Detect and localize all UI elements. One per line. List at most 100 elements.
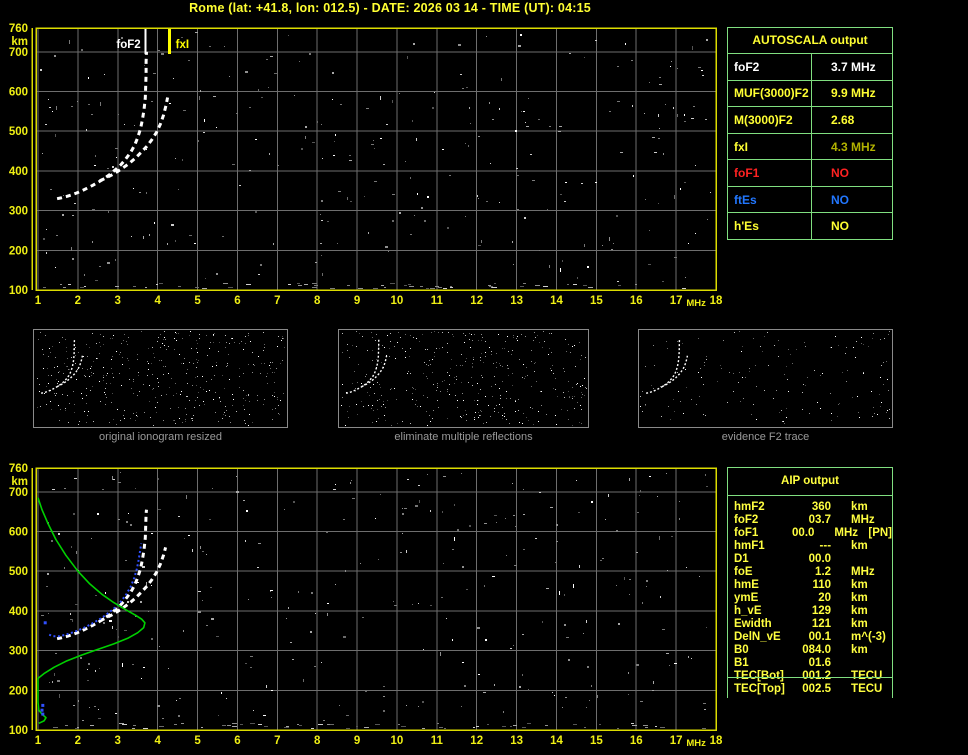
svg-text:300: 300 xyxy=(9,646,28,658)
svg-text:12: 12 xyxy=(470,295,483,307)
svg-text:760: 760 xyxy=(9,23,28,35)
grid xyxy=(36,468,716,730)
parameter-value: NO xyxy=(831,219,849,234)
parameter-value: 9.9 MHz xyxy=(831,86,876,101)
parameter-unit: MHz xyxy=(851,514,875,526)
svg-text:3: 3 xyxy=(115,735,121,747)
svg-text:8: 8 xyxy=(314,735,321,747)
parameter-label: foF1 xyxy=(728,160,812,186)
svg-text:9: 9 xyxy=(354,295,360,307)
parameter-value: 03.7 xyxy=(808,514,832,526)
svg-text:500: 500 xyxy=(9,566,28,578)
svg-text:MHz: MHz xyxy=(686,298,706,309)
parameter-value: NO xyxy=(831,166,849,181)
parameter-unit: TECU xyxy=(851,683,883,695)
svg-text:18: 18 xyxy=(710,735,723,747)
svg-text:7: 7 xyxy=(274,295,280,307)
parameter-label: foF2 xyxy=(734,514,759,526)
parameter-value: 2.68 xyxy=(831,112,855,127)
svg-text:5: 5 xyxy=(194,295,201,307)
svg-text:5: 5 xyxy=(194,735,201,747)
grid xyxy=(36,28,716,290)
thumbnail-eliminate-reflections xyxy=(338,329,589,428)
series-e-region-scaled-points xyxy=(40,621,47,716)
table-row: D1 00.0 xyxy=(728,553,892,566)
table-row: ymE 20 km xyxy=(728,592,892,605)
svg-text:400: 400 xyxy=(9,606,28,618)
svg-text:100: 100 xyxy=(9,285,28,297)
parameter-unit: km xyxy=(851,605,868,617)
aip-output-table: AIP output hmF2 360 km foF2 03.7 MHz foF1 00.0 MH… xyxy=(727,467,893,698)
svg-text:760: 760 xyxy=(9,463,28,475)
svg-text:17: 17 xyxy=(670,295,683,307)
parameter-label: hmF2 xyxy=(734,501,765,513)
y-axis-labels: 760 700 600 500 400 300 200 100 km xyxy=(9,463,28,737)
table-row: TEC[Top] 002.5 TECU xyxy=(728,683,892,696)
parameter-label: B1 xyxy=(734,657,749,669)
svg-text:2: 2 xyxy=(75,735,81,747)
svg-text:16: 16 xyxy=(630,295,643,307)
parameter-label: Ewidth xyxy=(734,618,772,630)
svg-text:MHz: MHz xyxy=(686,738,706,749)
aip-table-title: AIP output xyxy=(728,468,892,496)
parameter-label: TEC[Top] xyxy=(734,683,785,695)
parameter-unit: km xyxy=(851,501,868,513)
parameter-label: foE xyxy=(734,566,753,578)
svg-text:6: 6 xyxy=(234,295,240,307)
thumbnail-content xyxy=(33,329,288,428)
parameter-label: ymE xyxy=(734,592,759,604)
parameter-value: 4.3 MHz xyxy=(831,139,876,154)
svg-text:17: 17 xyxy=(670,735,683,747)
autoscala-window: foF2 fxI 760 700 600 500 400 300 200 100 km 1 2 3 4 5 6 7… xyxy=(0,0,968,755)
parameter-label: hmF1 xyxy=(734,540,765,552)
parameter-value: 129 xyxy=(811,605,832,617)
parameter-label: MUF(3000)F2 xyxy=(728,80,812,107)
thumbnail-evidence-f2-trace xyxy=(638,329,893,428)
svg-text:700: 700 xyxy=(9,487,28,499)
parameter-value: 00.1 xyxy=(808,631,832,643)
svg-text:600: 600 xyxy=(9,527,28,539)
series-x-mode-echo-trace xyxy=(99,547,168,623)
parameter-unit: km xyxy=(851,579,868,591)
parameter-unit xyxy=(851,553,892,566)
parameter-label: h_vE xyxy=(734,605,762,617)
svg-text:200: 200 xyxy=(9,245,28,257)
parameter-label: B0 xyxy=(734,644,749,656)
marker-foF2: foF2 xyxy=(116,28,147,54)
table-row: foE 1.2 MHz xyxy=(728,566,892,579)
parameter-unit xyxy=(851,657,892,670)
parameter-unit: MHz xyxy=(834,527,859,539)
svg-text:10: 10 xyxy=(391,295,404,307)
svg-text:4: 4 xyxy=(154,735,161,747)
parameter-unit: km xyxy=(851,644,868,656)
svg-text:400: 400 xyxy=(9,166,28,178)
svg-text:2: 2 xyxy=(75,295,81,307)
svg-text:15: 15 xyxy=(590,735,603,747)
aip-parameter-list: hmF2 360 km foF2 03.7 MHz foF1 00.0 MHz [PN] hmF1-… xyxy=(728,496,892,696)
parameter-label: hmE xyxy=(734,579,759,591)
table-row: hmF1 --- km xyxy=(728,540,892,553)
parameter-label: foF1 xyxy=(734,527,759,539)
table-row: hmE 110 km xyxy=(728,579,892,592)
table-row: hmF2 360 km xyxy=(728,501,892,514)
parameter-unit: km xyxy=(851,540,868,552)
thumbnail-caption: eliminate multiple reflections xyxy=(394,431,533,443)
table-row: foF2 03.7 MHz xyxy=(728,514,892,527)
thumbnail-caption: evidence F2 trace xyxy=(721,431,810,443)
svg-text:10: 10 xyxy=(391,735,404,747)
parameter-value: NO xyxy=(831,192,849,207)
parameter-value: 110 xyxy=(812,579,832,591)
parameter-value: 002.5 xyxy=(802,683,832,695)
svg-text:km: km xyxy=(11,36,28,48)
parameter-value: 00.0 xyxy=(808,553,832,565)
parameter-label: DelN_vE xyxy=(734,631,781,643)
table-row: foF1 00.0 MHz [PN] xyxy=(728,527,892,540)
svg-text:3: 3 xyxy=(115,295,121,307)
svg-text:200: 200 xyxy=(9,685,28,697)
profile-ionogram: 760700600500400300200100km1 2 3 4 5 6 7 8 9 10 11 1… xyxy=(9,463,723,749)
x-axis-labels: 1 2 3 4 5 6 7 8 9 10 11 12 13 14 15 16 17 18MHz xyxy=(35,295,723,309)
aip-table-bottom-border xyxy=(727,677,893,678)
parameter-label: fxI xyxy=(728,133,812,160)
table-row: foF2 3.7 MHz xyxy=(728,54,892,81)
svg-text:1: 1 xyxy=(35,735,42,747)
